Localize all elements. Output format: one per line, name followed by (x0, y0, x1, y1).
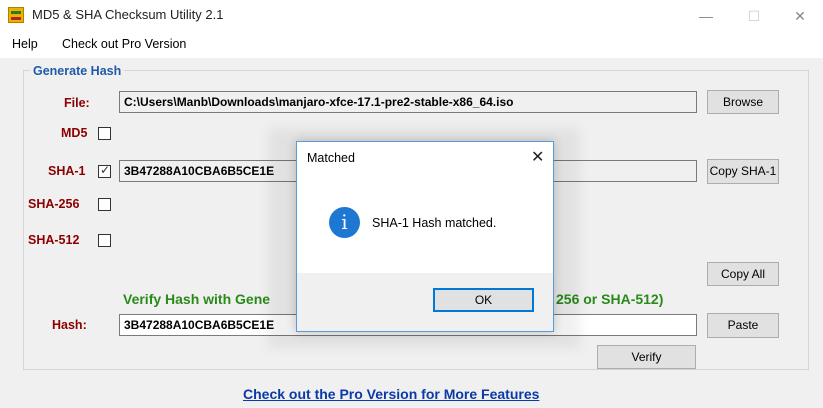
checksum-app-icon (8, 7, 24, 23)
window-title: MD5 & SHA Checksum Utility 2.1 (32, 7, 224, 22)
verify-button[interactable]: Verify (597, 345, 696, 369)
md5-label: MD5 (61, 126, 88, 140)
browse-button[interactable]: Browse (707, 90, 779, 114)
dialog-message: SHA-1 Hash matched. (372, 216, 497, 230)
menu-bar: Help Check out Pro Version (0, 32, 823, 58)
menu-help[interactable]: Help (12, 37, 38, 51)
file-label: File: (64, 96, 90, 110)
generate-hash-title: Generate Hash (30, 64, 125, 78)
info-icon: i (329, 207, 360, 238)
paste-button[interactable]: Paste (707, 313, 779, 338)
file-path-field[interactable]: C:\Users\Manb\Downloads\manjaro-xfce-17.… (119, 91, 697, 113)
sha512-checkbox[interactable] (98, 234, 111, 247)
sha256-label: SHA-256 (28, 197, 80, 211)
sha1-label: SHA-1 (48, 164, 86, 178)
copy-sha1-button[interactable]: Copy SHA-1 (707, 159, 779, 184)
sha1-checkbox[interactable] (98, 163, 111, 178)
sha512-label: SHA-512 (28, 233, 80, 247)
dialog-title: Matched (307, 151, 355, 165)
close-button[interactable]: ✕ (777, 0, 823, 32)
sha256-checkbox[interactable] (98, 198, 111, 211)
matched-dialog: Matched ✕ i SHA-1 Hash matched. OK (296, 141, 554, 332)
hash-label: Hash: (52, 318, 87, 332)
verify-hash-title: Verify Hash with Gene (123, 291, 271, 307)
title-bar: MD5 & SHA Checksum Utility 2.1 — ☐ ✕ (0, 0, 823, 32)
menu-pro-version[interactable]: Check out Pro Version (62, 37, 186, 51)
maximize-button[interactable]: ☐ (731, 0, 777, 32)
pro-version-link[interactable]: Check out the Pro Version for More Featu… (243, 386, 539, 402)
md5-checkbox[interactable] (98, 127, 111, 140)
ok-button[interactable]: OK (433, 288, 534, 312)
dialog-close-icon[interactable]: ✕ (531, 147, 544, 167)
copy-all-button[interactable]: Copy All (707, 262, 779, 286)
minimize-button[interactable]: — (683, 0, 729, 32)
